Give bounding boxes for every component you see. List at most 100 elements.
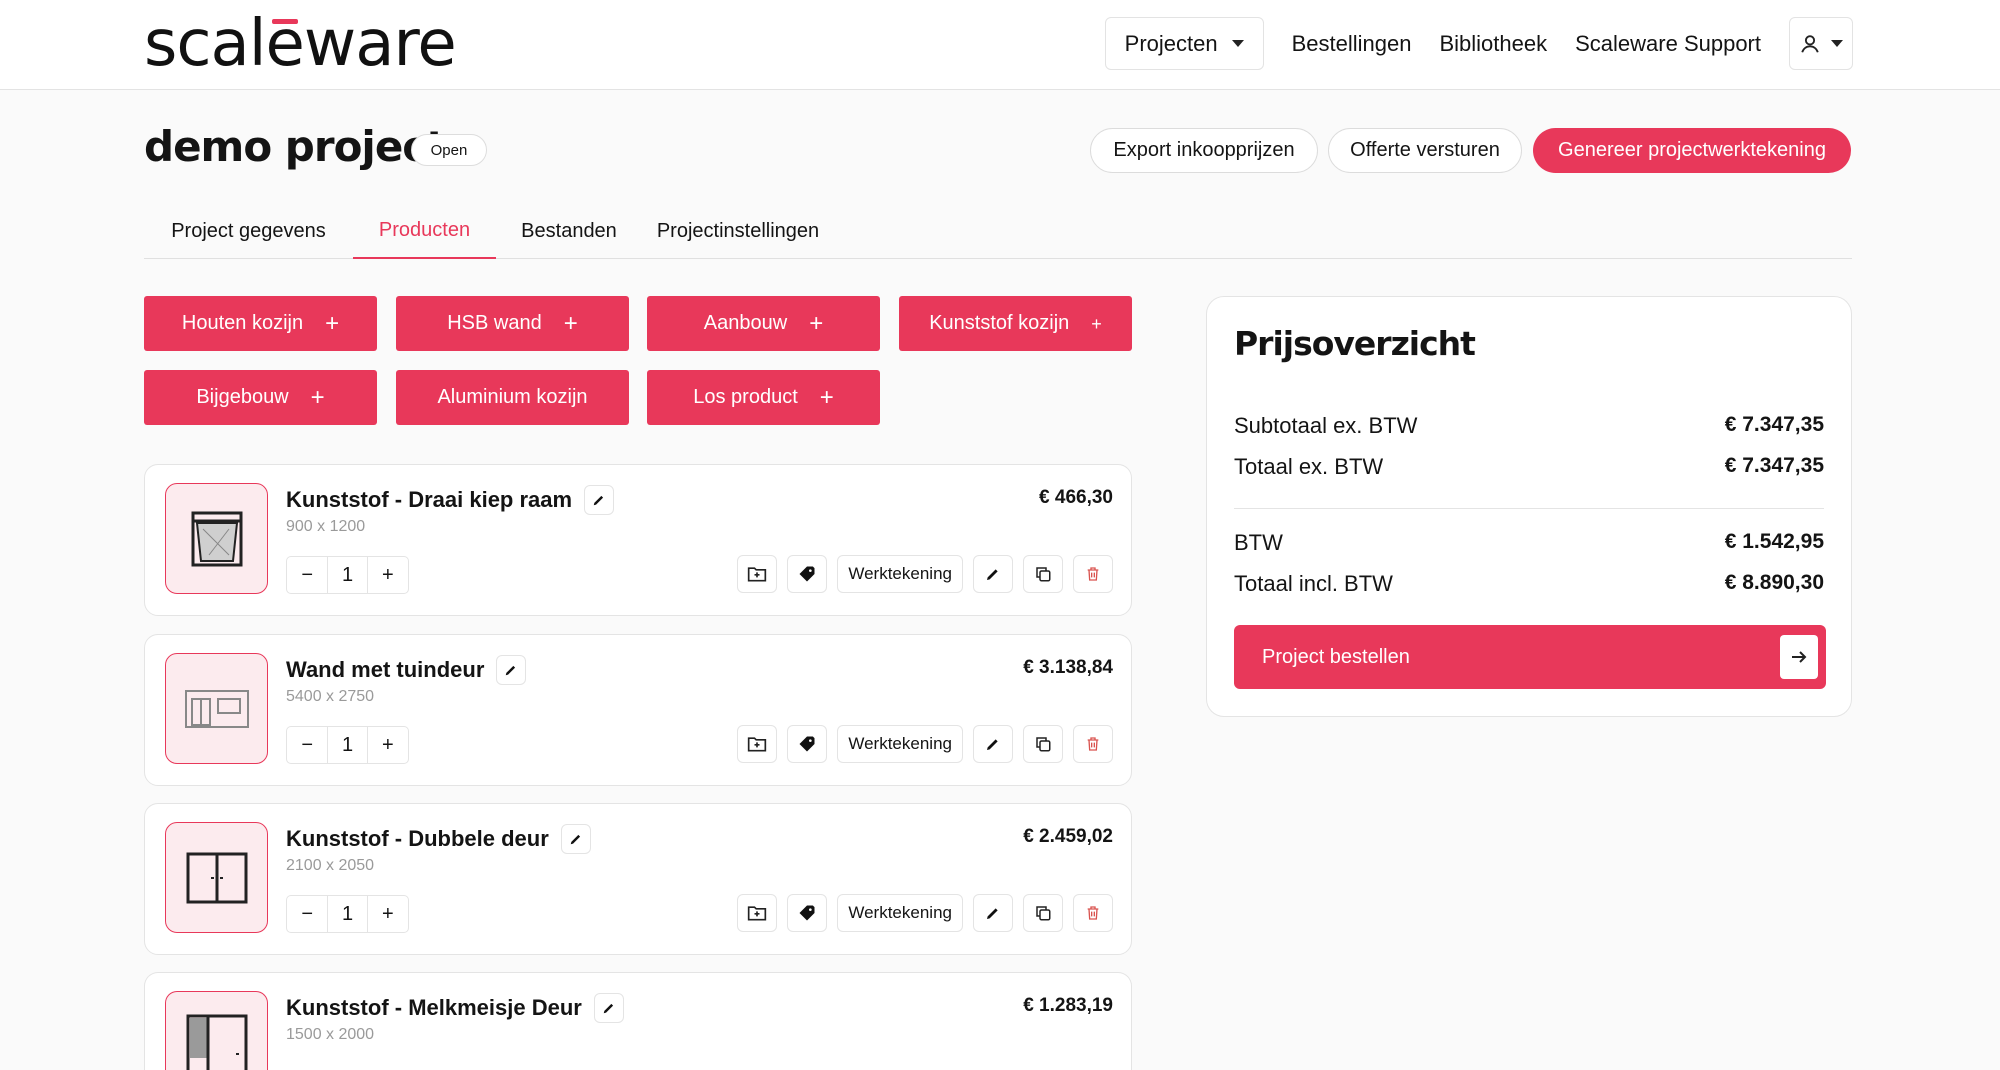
add-to-folder-button[interactable] [737, 894, 778, 932]
main-nav: Projecten Bestellingen Bibliotheek Scale… [1104, 17, 1853, 70]
arrow-right-icon [1780, 635, 1818, 679]
decrease-quantity-button[interactable]: − [287, 727, 327, 763]
price-tag-button[interactable] [787, 894, 828, 932]
page-title: demo project [144, 122, 446, 171]
add-button-label: Aluminium kozijn [437, 386, 588, 408]
product-name: Wand met tuindeur [286, 655, 527, 685]
divider [1234, 508, 1824, 509]
generate-project-drawing-button[interactable]: Genereer projectwerktekening [1533, 128, 1851, 173]
order-project-button[interactable]: Project bestellen [1234, 625, 1826, 689]
delete-product-button[interactable] [1073, 894, 1113, 932]
total-incl-vat-label: Totaal incl. BTW [1234, 571, 1393, 596]
folder-plus-icon [748, 737, 767, 752]
plus-icon: + [563, 309, 578, 337]
double-door-icon [186, 852, 247, 903]
add-button-label: HSB wand [447, 312, 542, 334]
decrease-quantity-button[interactable]: − [287, 557, 327, 593]
project-tabs: Project gegevens Producten Bestanden Pro… [144, 203, 1852, 259]
projects-dropdown[interactable]: Projecten [1104, 17, 1264, 70]
price-tag-button[interactable] [787, 555, 828, 593]
increase-quantity-button[interactable]: + [368, 727, 408, 763]
product-thumbnail[interactable] [165, 483, 268, 594]
user-icon [1801, 34, 1819, 53]
tag-icon [799, 566, 815, 582]
quantity-stepper: − 1 + [286, 895, 409, 933]
tab-project-settings[interactable]: Projectinstellingen [642, 203, 834, 259]
product-name-text: Wand met tuindeur [286, 657, 485, 682]
tab-project-details[interactable]: Project gegevens [144, 203, 353, 259]
quantity-value[interactable]: 1 [327, 896, 368, 932]
product-actions: Werktekening [737, 555, 1113, 593]
nav-link-library[interactable]: Bibliotheek [1439, 31, 1547, 57]
plus-icon: + [1091, 313, 1102, 334]
increase-quantity-button[interactable]: + [368, 557, 408, 593]
chevron-down-icon [1231, 40, 1244, 47]
product-actions: Werktekening [737, 894, 1113, 932]
add-button-label: Aanbouw [703, 312, 788, 334]
user-menu-button[interactable] [1789, 17, 1853, 70]
plus-icon: + [809, 309, 824, 337]
nav-link-support[interactable]: Scaleware Support [1575, 31, 1761, 57]
pencil-icon [506, 665, 516, 676]
scaleware-logo[interactable]: scaleware [144, 6, 457, 81]
export-purchase-prices-button[interactable]: Export inkoopprijzen [1090, 128, 1318, 173]
edit-name-button[interactable] [593, 993, 624, 1023]
delete-product-button[interactable] [1073, 555, 1113, 593]
product-thumbnail[interactable] [165, 822, 268, 933]
edit-product-button[interactable] [973, 894, 1013, 932]
work-drawing-button[interactable]: Werktekening [837, 725, 963, 763]
copy-icon [1036, 906, 1051, 921]
trash-icon [1087, 737, 1099, 751]
add-hsb-wall-button[interactable]: HSB wand + [396, 296, 629, 351]
add-button-label: Houten kozijn [181, 312, 304, 334]
add-to-folder-button[interactable] [737, 555, 778, 593]
decrease-quantity-button[interactable]: − [287, 896, 327, 932]
product-price: € 3.138,84 [1023, 657, 1113, 678]
product-price: € 2.459,02 [1023, 826, 1113, 847]
send-quote-button[interactable]: Offerte versturen [1328, 128, 1522, 173]
add-plastic-frame-button[interactable]: Kunststof kozijn + [899, 296, 1132, 351]
work-drawing-button[interactable]: Werktekening [837, 555, 963, 593]
edit-name-button[interactable] [560, 824, 591, 854]
duplicate-product-button[interactable] [1023, 725, 1063, 763]
product-card: Kunststof - Dubbele deur 2100 x 2050 € 2… [144, 803, 1132, 955]
status-badge: Open [411, 134, 487, 166]
stable-door-icon [186, 1014, 247, 1070]
tab-products[interactable]: Producten [353, 203, 496, 259]
product-card: Kunststof - Melkmeisje Deur 1500 x 2000 … [144, 972, 1132, 1070]
add-aluminium-frame-button[interactable]: Aluminium kozijn [396, 370, 629, 425]
vat-row: BTW € 1.542,95 [1234, 530, 1824, 556]
tag-icon [799, 736, 815, 752]
trash-icon [1087, 906, 1099, 920]
edit-name-button[interactable] [584, 485, 615, 515]
quantity-value[interactable]: 1 [327, 557, 368, 593]
add-outbuilding-button[interactable]: Bijgebouw + [144, 370, 377, 425]
nav-link-orders[interactable]: Bestellingen [1292, 31, 1412, 57]
pencil-icon [987, 569, 998, 580]
add-to-folder-button[interactable] [737, 725, 778, 763]
duplicate-product-button[interactable] [1023, 555, 1063, 593]
add-loose-product-button[interactable]: Los product + [647, 370, 880, 425]
product-name: Kunststof - Draai kiep raam [286, 485, 615, 515]
tab-files[interactable]: Bestanden [496, 203, 642, 259]
product-thumbnail[interactable] [165, 653, 268, 764]
edit-product-button[interactable] [973, 725, 1013, 763]
total-ex-vat-label: Totaal ex. BTW [1234, 454, 1384, 479]
delete-product-button[interactable] [1073, 725, 1113, 763]
product-thumbnail[interactable] [165, 991, 268, 1070]
price-tag-button[interactable] [787, 725, 828, 763]
quantity-value[interactable]: 1 [327, 727, 368, 763]
edit-product-button[interactable] [973, 555, 1013, 593]
tilt-turn-window-icon [191, 511, 242, 566]
plus-icon: + [819, 383, 834, 411]
product-dimensions: 5400 x 2750 [286, 688, 375, 705]
work-drawing-button[interactable]: Werktekening [837, 894, 963, 932]
increase-quantity-button[interactable]: + [368, 896, 408, 932]
add-extension-button[interactable]: Aanbouw + [647, 296, 880, 351]
pencil-icon [593, 495, 604, 506]
duplicate-product-button[interactable] [1023, 894, 1063, 932]
add-wooden-frame-button[interactable]: Houten kozijn + [144, 296, 377, 351]
edit-name-button[interactable] [496, 655, 527, 685]
total-incl-vat-value: € 8.890,30 [1724, 571, 1824, 594]
tag-icon [799, 905, 815, 921]
